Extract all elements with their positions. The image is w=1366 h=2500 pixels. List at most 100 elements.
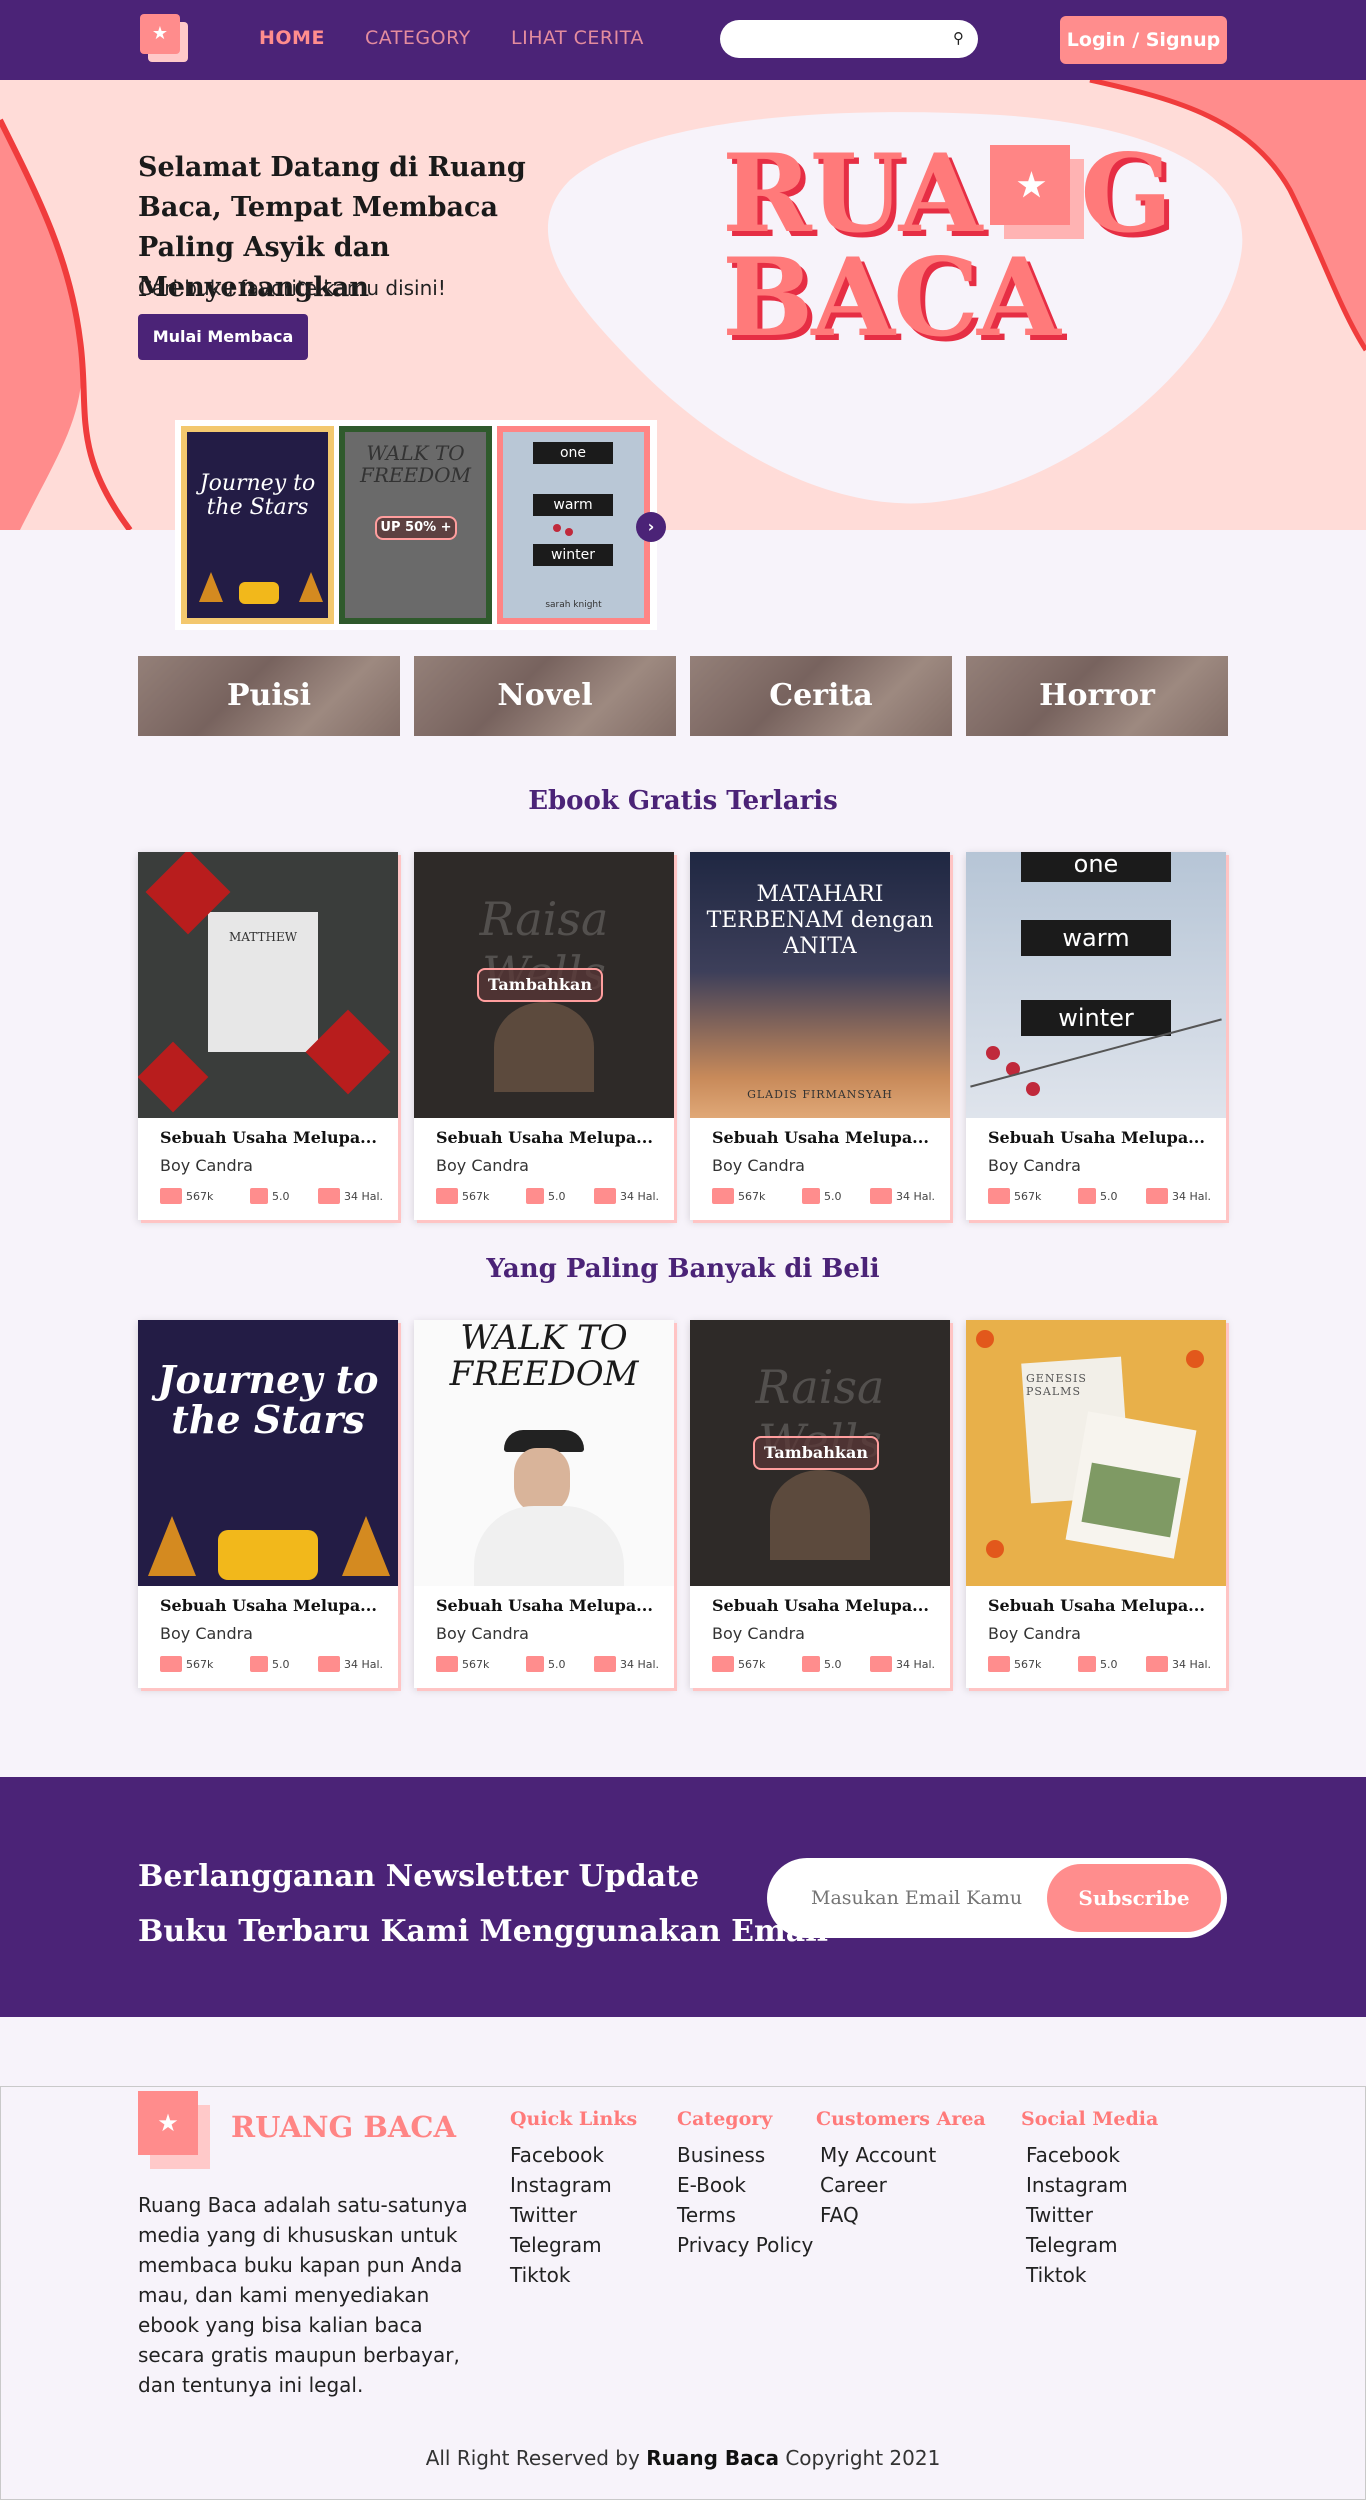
star-icon: [802, 1188, 820, 1204]
footer-link[interactable]: Career: [820, 2170, 936, 2200]
hero-subtitle: Cari buku favorite kamu disini!: [138, 276, 446, 300]
footer-link[interactable]: Telegram: [510, 2230, 612, 2260]
login-signup-button[interactable]: Login / Signup: [1060, 16, 1227, 64]
book-title: Sebuah Usaha Melupa...: [712, 1596, 929, 1615]
footer-link[interactable]: Twitter: [510, 2200, 612, 2230]
list-icon: [594, 1188, 616, 1204]
grid-icon: [160, 1188, 182, 1204]
grid-icon: [988, 1656, 1010, 1672]
footer-link[interactable]: Twitter: [1026, 2200, 1128, 2230]
section-title: Yang Paling Banyak di Beli: [486, 1254, 880, 1284]
footer-heading: Category: [677, 2108, 773, 2130]
book-title: Sebuah Usaha Melupa...: [436, 1128, 653, 1147]
footer-link[interactable]: Privacy Policy: [677, 2230, 813, 2260]
footer-link[interactable]: Terms: [677, 2200, 813, 2230]
book-reads: 567k: [712, 1188, 765, 1204]
start-reading-button[interactable]: Mulai Membaca: [138, 314, 308, 360]
top-nav: ★ HOME CATEGORY LIHAT CERITA ⚲ Login / S…: [0, 0, 1366, 80]
book-author: Boy Candra: [160, 1624, 253, 1643]
nav-home[interactable]: HOME: [259, 27, 325, 49]
footer-link[interactable]: E-Book: [677, 2170, 813, 2200]
grid-icon: [712, 1188, 734, 1204]
footer-quick-links: Facebook Instagram Twitter Telegram Tikt…: [510, 2140, 612, 2290]
book-pages: 34 Hal.: [594, 1656, 659, 1672]
book-title: Sebuah Usaha Melupa...: [988, 1596, 1205, 1615]
section-title: Ebook Gratis Terlaris: [528, 786, 838, 816]
carousel-book[interactable]: WALK TO FREEDOM UP 50% +: [339, 426, 492, 624]
list-icon: [870, 1188, 892, 1204]
book-card[interactable]: Journey to the Stars Sebuah Usaha Melupa…: [138, 1320, 398, 1688]
book-author: Boy Candra: [436, 1156, 529, 1175]
star-icon: [526, 1188, 544, 1204]
star-icon: [802, 1656, 820, 1672]
book-card[interactable]: Raisa Wells Tambahkan Sebuah Usaha Melup…: [414, 852, 674, 1220]
book-reads: 567k: [160, 1188, 213, 1204]
book-pages: 34 Hal.: [1146, 1188, 1211, 1204]
email-input[interactable]: [811, 1876, 1041, 1920]
book-card[interactable]: MATAHARI TERBENAM dengan ANITA GLADIS FI…: [690, 852, 950, 1220]
logo[interactable]: ★: [140, 14, 190, 66]
footer-link[interactable]: My Account: [820, 2140, 936, 2170]
category-cerita[interactable]: Cerita: [690, 656, 952, 736]
book-card[interactable]: Raisa Wells Tambahkan Sebuah Usaha Melup…: [690, 1320, 950, 1688]
footer-link[interactable]: Facebook: [1026, 2140, 1128, 2170]
book-cover: one warm winter: [966, 852, 1226, 1118]
book-pages: 34 Hal.: [1146, 1656, 1211, 1672]
book-card[interactable]: MATTHEW Sebuah Usaha Melupa... Boy Candr…: [138, 852, 398, 1220]
footer-link[interactable]: Tiktok: [1026, 2260, 1128, 2290]
star-icon: [1078, 1656, 1096, 1672]
list-icon: [1146, 1188, 1168, 1204]
category-novel[interactable]: Novel: [414, 656, 676, 736]
book-title: Sebuah Usaha Melupa...: [436, 1596, 653, 1615]
footer-customer-links: My Account Career FAQ: [820, 2140, 936, 2230]
footer-category-links: Business E-Book Terms Privacy Policy: [677, 2140, 813, 2260]
hero-brand-logo: RUA ★ G BACA: [722, 131, 1173, 361]
list-icon: [318, 1656, 340, 1672]
book-rating: 5.0: [526, 1656, 566, 1672]
book-pages: 34 Hal.: [870, 1188, 935, 1204]
book-title: Sebuah Usaha Melupa...: [712, 1128, 929, 1147]
book-reads: 567k: [988, 1188, 1041, 1204]
book-card[interactable]: WALK TO FREEDOM Sebuah Usaha Melupa... B…: [414, 1320, 674, 1688]
footer-link[interactable]: Facebook: [510, 2140, 612, 2170]
book-card[interactable]: GENESIS PSALMS Sebuah Usaha Melupa... Bo…: [966, 1320, 1226, 1688]
carousel-book[interactable]: Journey to the Stars: [181, 426, 334, 624]
book-card[interactable]: one warm winter Sebuah Usaha Melupa... B…: [966, 852, 1226, 1220]
book-cover: Raisa Wells Tambahkan: [690, 1320, 950, 1586]
add-button[interactable]: Tambahkan: [753, 1436, 879, 1470]
footer-link[interactable]: Tiktok: [510, 2260, 612, 2290]
book-cover: Journey to the Stars: [138, 1320, 398, 1586]
book-reads: 567k: [436, 1188, 489, 1204]
category-horror[interactable]: Horror: [966, 656, 1228, 736]
category-puisi[interactable]: Puisi: [138, 656, 400, 736]
search-input[interactable]: [720, 20, 978, 58]
footer-description: Ruang Baca adalah satu-satunya media yan…: [138, 2193, 468, 2397]
copyright: All Right Reserved by Ruang Baca Copyrig…: [425, 2446, 941, 2470]
star-icon: [250, 1188, 268, 1204]
carousel-next-arrow[interactable]: ›: [636, 512, 666, 542]
footer-link[interactable]: Business: [677, 2140, 813, 2170]
book-cover: MATTHEW: [138, 852, 398, 1118]
footer-logo[interactable]: ★: [138, 2091, 210, 2171]
footer-brand: RUANG BACA: [231, 2110, 456, 2144]
carousel-book[interactable]: one warm winter sarah knight: [497, 426, 650, 624]
footer-link[interactable]: Telegram: [1026, 2230, 1128, 2260]
subscribe-button[interactable]: Subscribe: [1047, 1864, 1221, 1932]
nav-category[interactable]: CATEGORY: [365, 27, 471, 49]
book-pages: 34 Hal.: [594, 1188, 659, 1204]
add-button[interactable]: Tambahkan: [477, 968, 603, 1002]
footer-link[interactable]: Instagram: [1026, 2170, 1128, 2200]
book-rating: 5.0: [802, 1188, 842, 1204]
grid-icon: [160, 1656, 182, 1672]
book-reads: 567k: [988, 1656, 1041, 1672]
list-icon: [594, 1656, 616, 1672]
book-author: Boy Candra: [160, 1156, 253, 1175]
footer-link[interactable]: FAQ: [820, 2200, 936, 2230]
footer-link[interactable]: Instagram: [510, 2170, 612, 2200]
search-icon[interactable]: ⚲: [953, 29, 964, 47]
nav-lihat-cerita[interactable]: LIHAT CERITA: [511, 27, 644, 49]
book-author: Boy Candra: [712, 1624, 805, 1643]
star-icon: ★: [138, 2091, 198, 2155]
book-reads: 567k: [712, 1656, 765, 1672]
book-title: Sebuah Usaha Melupa...: [988, 1128, 1205, 1147]
